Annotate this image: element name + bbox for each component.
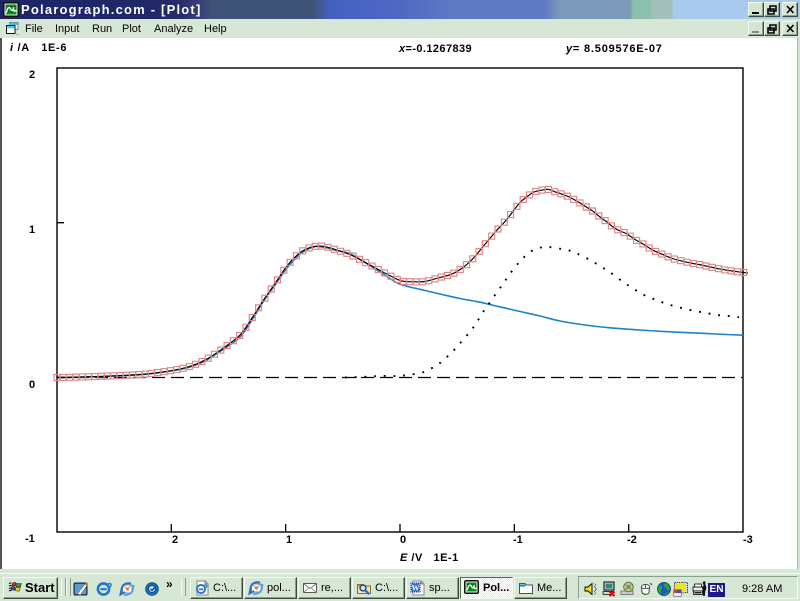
svg-text:W: W	[412, 584, 420, 593]
